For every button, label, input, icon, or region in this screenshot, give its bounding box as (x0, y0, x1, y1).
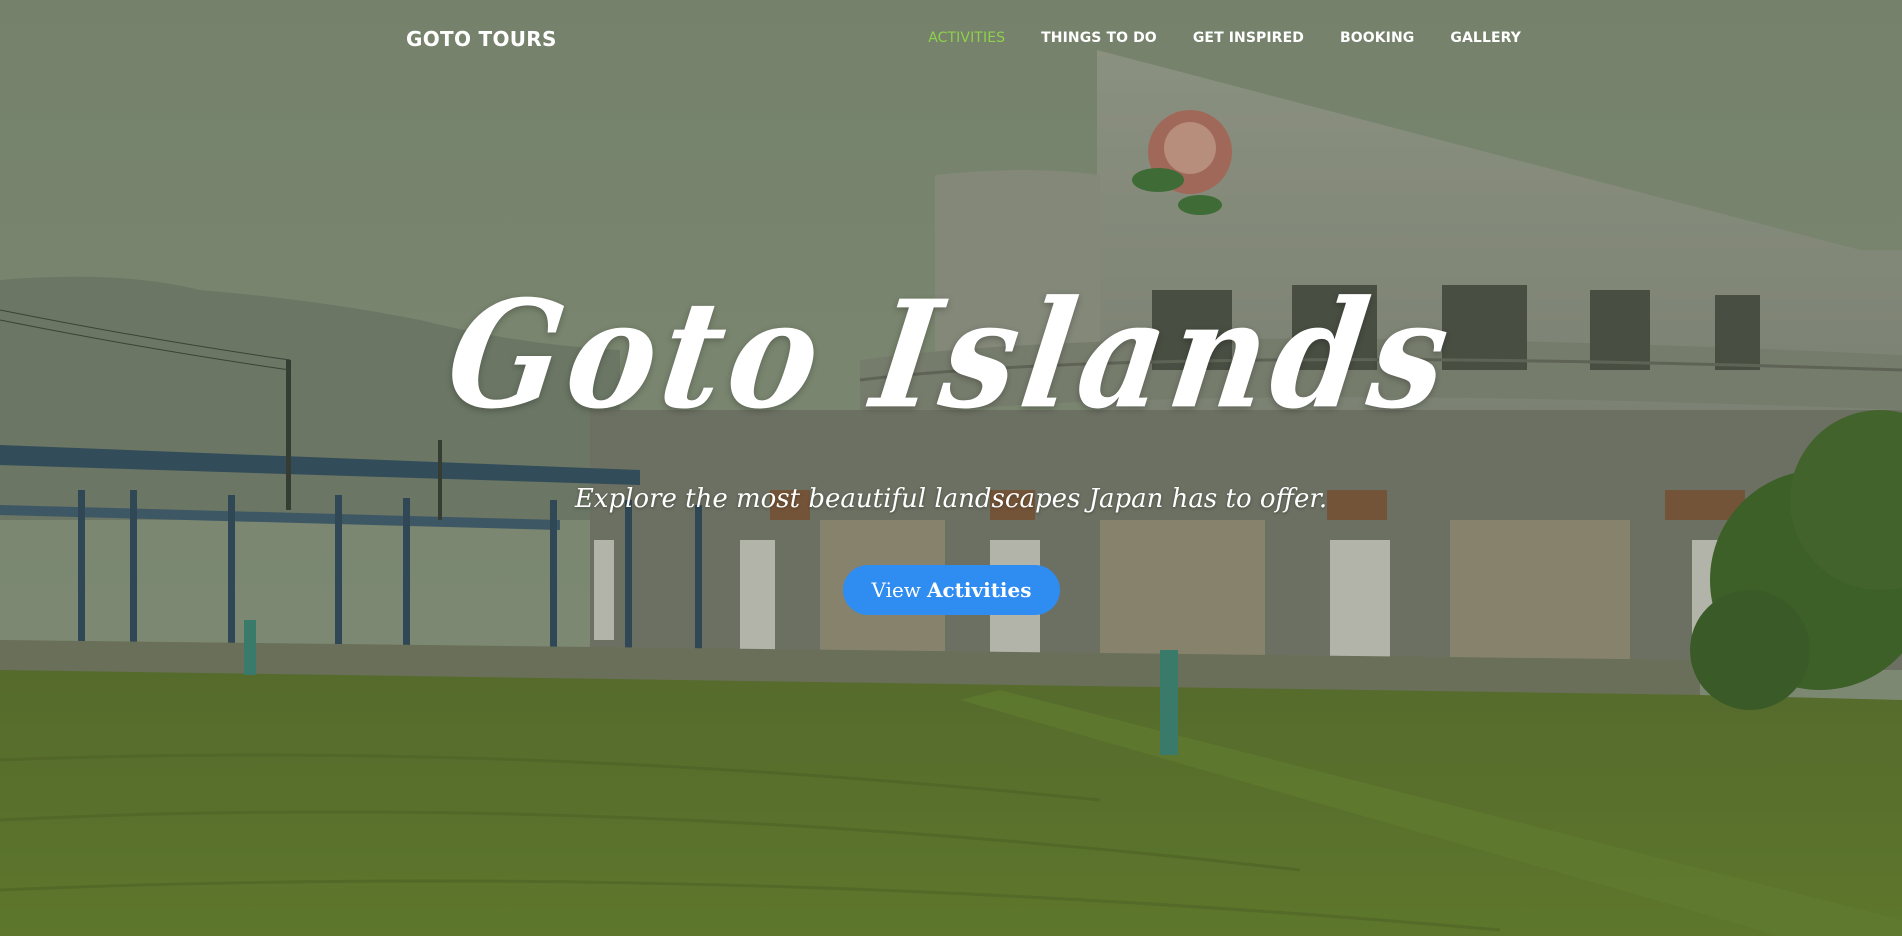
nav-item-gallery[interactable]: GALLERY (1450, 30, 1521, 46)
nav-item-things-to-do[interactable]: THINGS TO DO (1041, 30, 1157, 46)
hero-section (0, 0, 1902, 936)
nav-item-get-inspired[interactable]: GET INSPIRED (1193, 30, 1304, 46)
cta-strong-label: Activities (926, 578, 1032, 602)
nav-item-booking[interactable]: BOOKING (1340, 30, 1414, 46)
nav-menu: ACTIVITIES THINGS TO DO GET INSPIRED BOO… (928, 30, 1521, 46)
view-activities-button[interactable]: View Activities (843, 565, 1060, 615)
top-navigation: GOTO TOURS ACTIVITIES THINGS TO DO GET I… (0, 0, 1902, 80)
brand-logo[interactable]: GOTO TOURS (406, 27, 557, 51)
hero-subtitle: Explore the most beautiful landscapes Ja… (574, 484, 1328, 514)
hero-dark-overlay (0, 0, 1902, 936)
cta-prefix-label: View (871, 578, 921, 602)
nav-item-activities[interactable]: ACTIVITIES (928, 30, 1005, 46)
hero-title: Goto Islands (437, 268, 1465, 443)
